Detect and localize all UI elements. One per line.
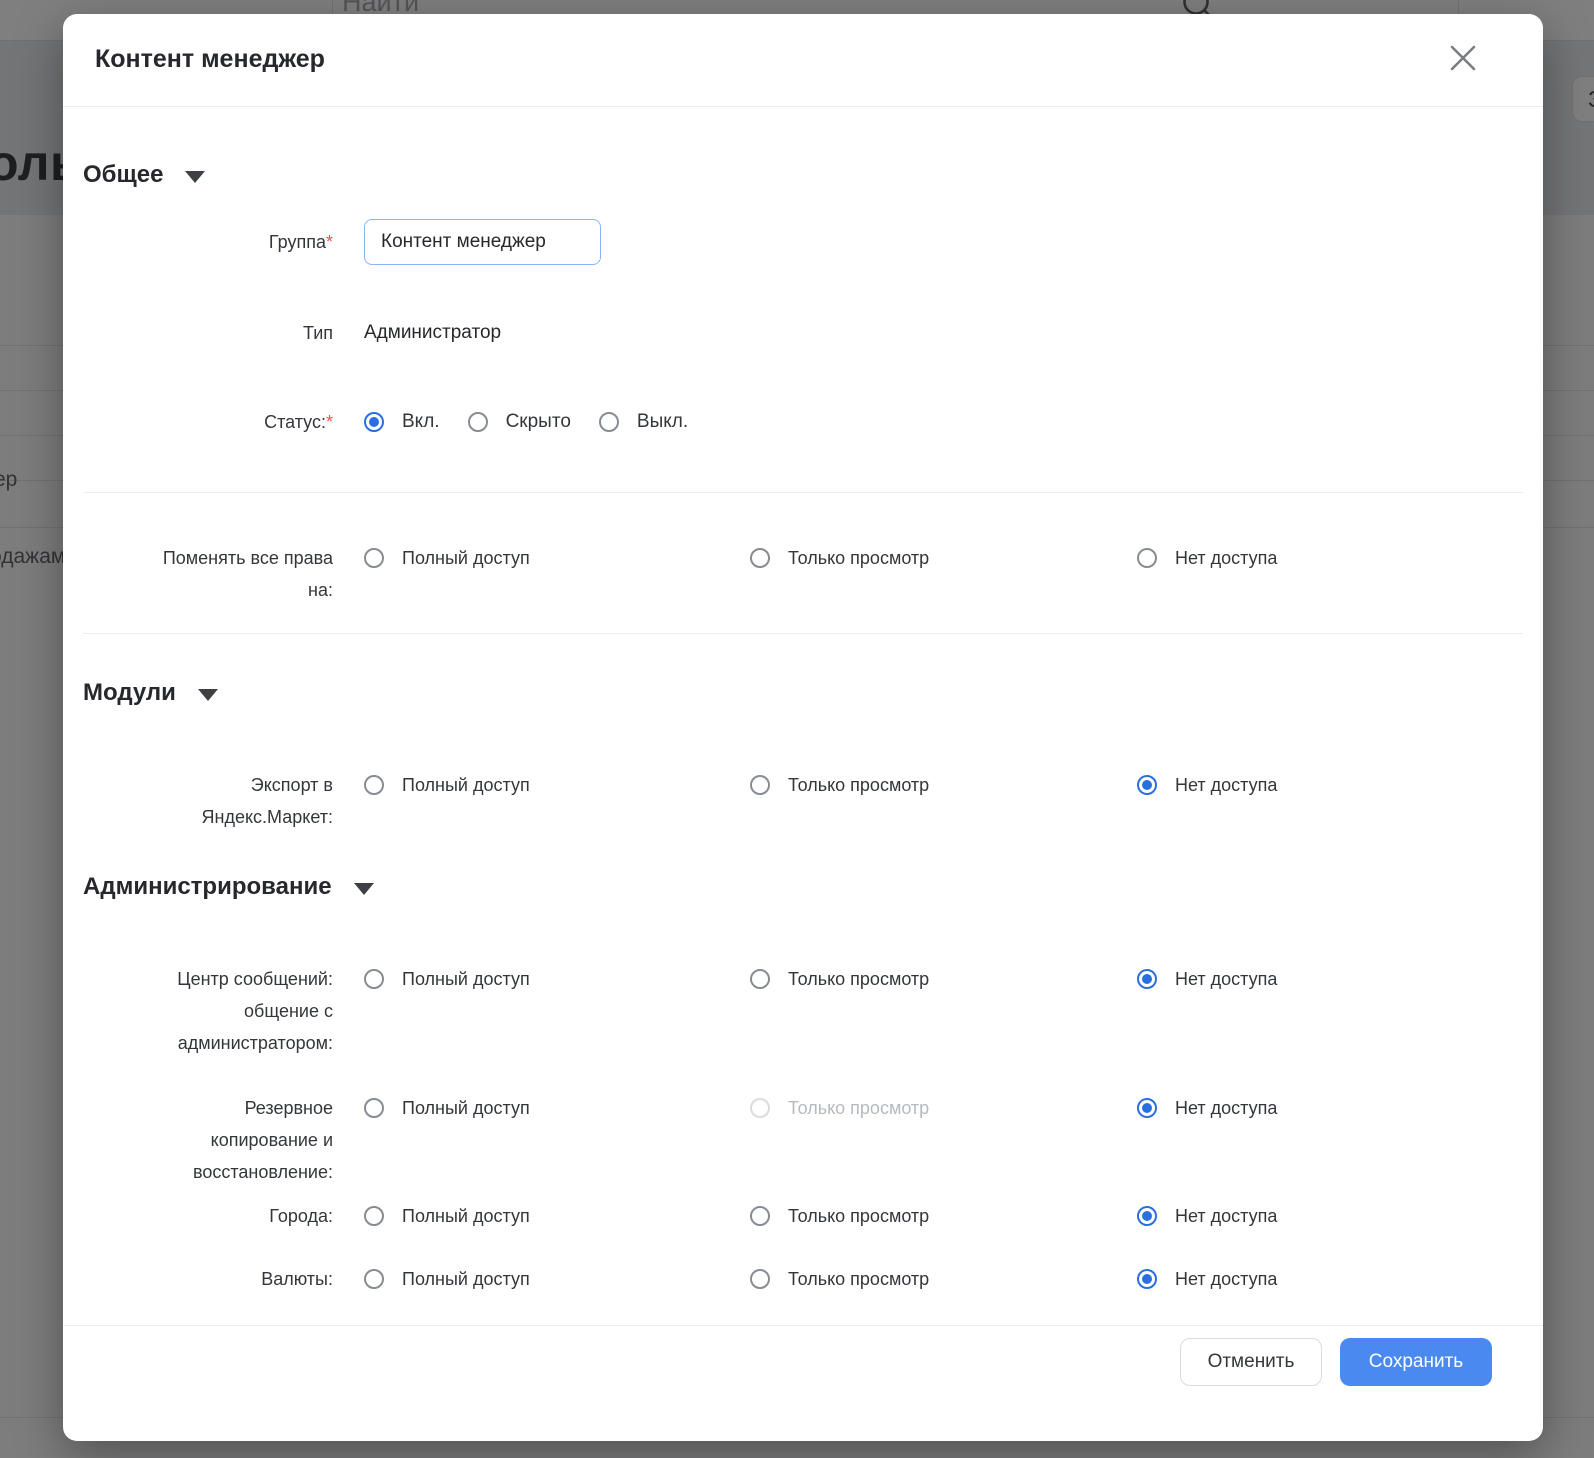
row-label: Поменять все права на: <box>63 542 333 606</box>
radio-selected-icon[interactable] <box>1137 1206 1157 1226</box>
section-caret-icon[interactable] <box>185 171 205 183</box>
radio-selected-icon[interactable] <box>1137 775 1157 795</box>
row-label: Валюты: <box>63 1263 333 1295</box>
radio-icon[interactable] <box>750 775 770 795</box>
group-permissions-dialog: Контент менеджер Общее Группа* Тип Админ… <box>63 14 1543 1441</box>
option-full-access[interactable]: Полный доступ <box>364 969 530 989</box>
divider <box>83 633 1523 634</box>
radio-selected-icon[interactable] <box>1137 1098 1157 1118</box>
radio-icon[interactable] <box>750 969 770 989</box>
radio-icon[interactable] <box>599 412 619 432</box>
section-heading-general: Общее <box>83 160 205 190</box>
option-full-access[interactable]: Полный доступ <box>364 548 530 568</box>
radio-icon[interactable] <box>364 775 384 795</box>
cancel-button[interactable]: Отменить <box>1180 1338 1322 1386</box>
option-no-access[interactable]: Нет доступа <box>1137 548 1277 568</box>
radio-icon[interactable] <box>468 412 488 432</box>
save-button[interactable]: Сохранить <box>1340 1338 1492 1386</box>
status-option-off[interactable]: Выкл. <box>599 411 688 433</box>
option-full-access[interactable]: Полный доступ <box>364 775 530 795</box>
group-label: Группа* <box>63 226 333 258</box>
radio-icon[interactable] <box>364 1098 384 1118</box>
section-heading-administration: Администрирование <box>83 872 374 902</box>
section-heading-modules: Модули <box>83 678 218 708</box>
row-label: Резервное копирование и восстановление: <box>63 1092 333 1188</box>
status-label: Статус:* <box>63 406 333 438</box>
radio-icon[interactable] <box>750 1269 770 1289</box>
section-caret-icon[interactable] <box>354 883 374 895</box>
type-label: Тип <box>63 320 333 346</box>
status-option-on[interactable]: Вкл. <box>364 411 440 433</box>
option-full-access[interactable]: Полный доступ <box>364 1269 530 1289</box>
radio-selected-icon[interactable] <box>364 412 384 432</box>
option-no-access[interactable]: Нет доступа <box>1137 969 1277 989</box>
status-option-hidden[interactable]: Скрыто <box>468 411 571 433</box>
radio-disabled-icon <box>750 1098 770 1118</box>
dialog-header: Контент менеджер <box>63 14 1543 107</box>
section-caret-icon[interactable] <box>198 689 218 701</box>
radio-icon[interactable] <box>1137 548 1157 568</box>
row-label: Города: <box>63 1200 333 1232</box>
radio-selected-icon[interactable] <box>1137 1269 1157 1289</box>
option-view-only[interactable]: Только просмотр <box>750 969 929 989</box>
required-asterisk: * <box>326 232 333 252</box>
option-view-only-disabled: Только просмотр <box>750 1098 929 1118</box>
close-icon[interactable] <box>1447 42 1479 74</box>
option-full-access[interactable]: Полный доступ <box>364 1206 530 1226</box>
radio-selected-icon[interactable] <box>1137 969 1157 989</box>
option-no-access[interactable]: Нет доступа <box>1137 1269 1277 1289</box>
radio-icon[interactable] <box>364 1269 384 1289</box>
radio-icon[interactable] <box>364 969 384 989</box>
radio-icon[interactable] <box>364 1206 384 1226</box>
option-no-access[interactable]: Нет доступа <box>1137 1098 1277 1118</box>
option-view-only[interactable]: Только просмотр <box>750 548 929 568</box>
required-asterisk: * <box>326 412 333 432</box>
status-radio-group: Вкл. Скрыто Выкл. <box>364 411 688 433</box>
option-full-access[interactable]: Полный доступ <box>364 1098 530 1118</box>
radio-icon[interactable] <box>750 548 770 568</box>
screen: Найти оль ер одажам З Контент менеджер <box>0 0 1594 1458</box>
option-view-only[interactable]: Только просмотр <box>750 1206 929 1226</box>
option-no-access[interactable]: Нет доступа <box>1137 775 1277 795</box>
type-value: Администратор <box>364 320 501 346</box>
option-no-access[interactable]: Нет доступа <box>1137 1206 1277 1226</box>
group-name-input[interactable] <box>364 219 601 265</box>
radio-icon[interactable] <box>364 548 384 568</box>
option-view-only[interactable]: Только просмотр <box>750 775 929 795</box>
divider <box>83 492 1523 493</box>
option-view-only[interactable]: Только просмотр <box>750 1269 929 1289</box>
divider <box>63 1325 1543 1326</box>
dialog-title: Контент менеджер <box>95 44 325 74</box>
row-label: Центр сообщений: общение с администратор… <box>63 963 333 1059</box>
radio-icon[interactable] <box>750 1206 770 1226</box>
row-label: Экспорт в Яндекс.Маркет: <box>63 769 333 833</box>
